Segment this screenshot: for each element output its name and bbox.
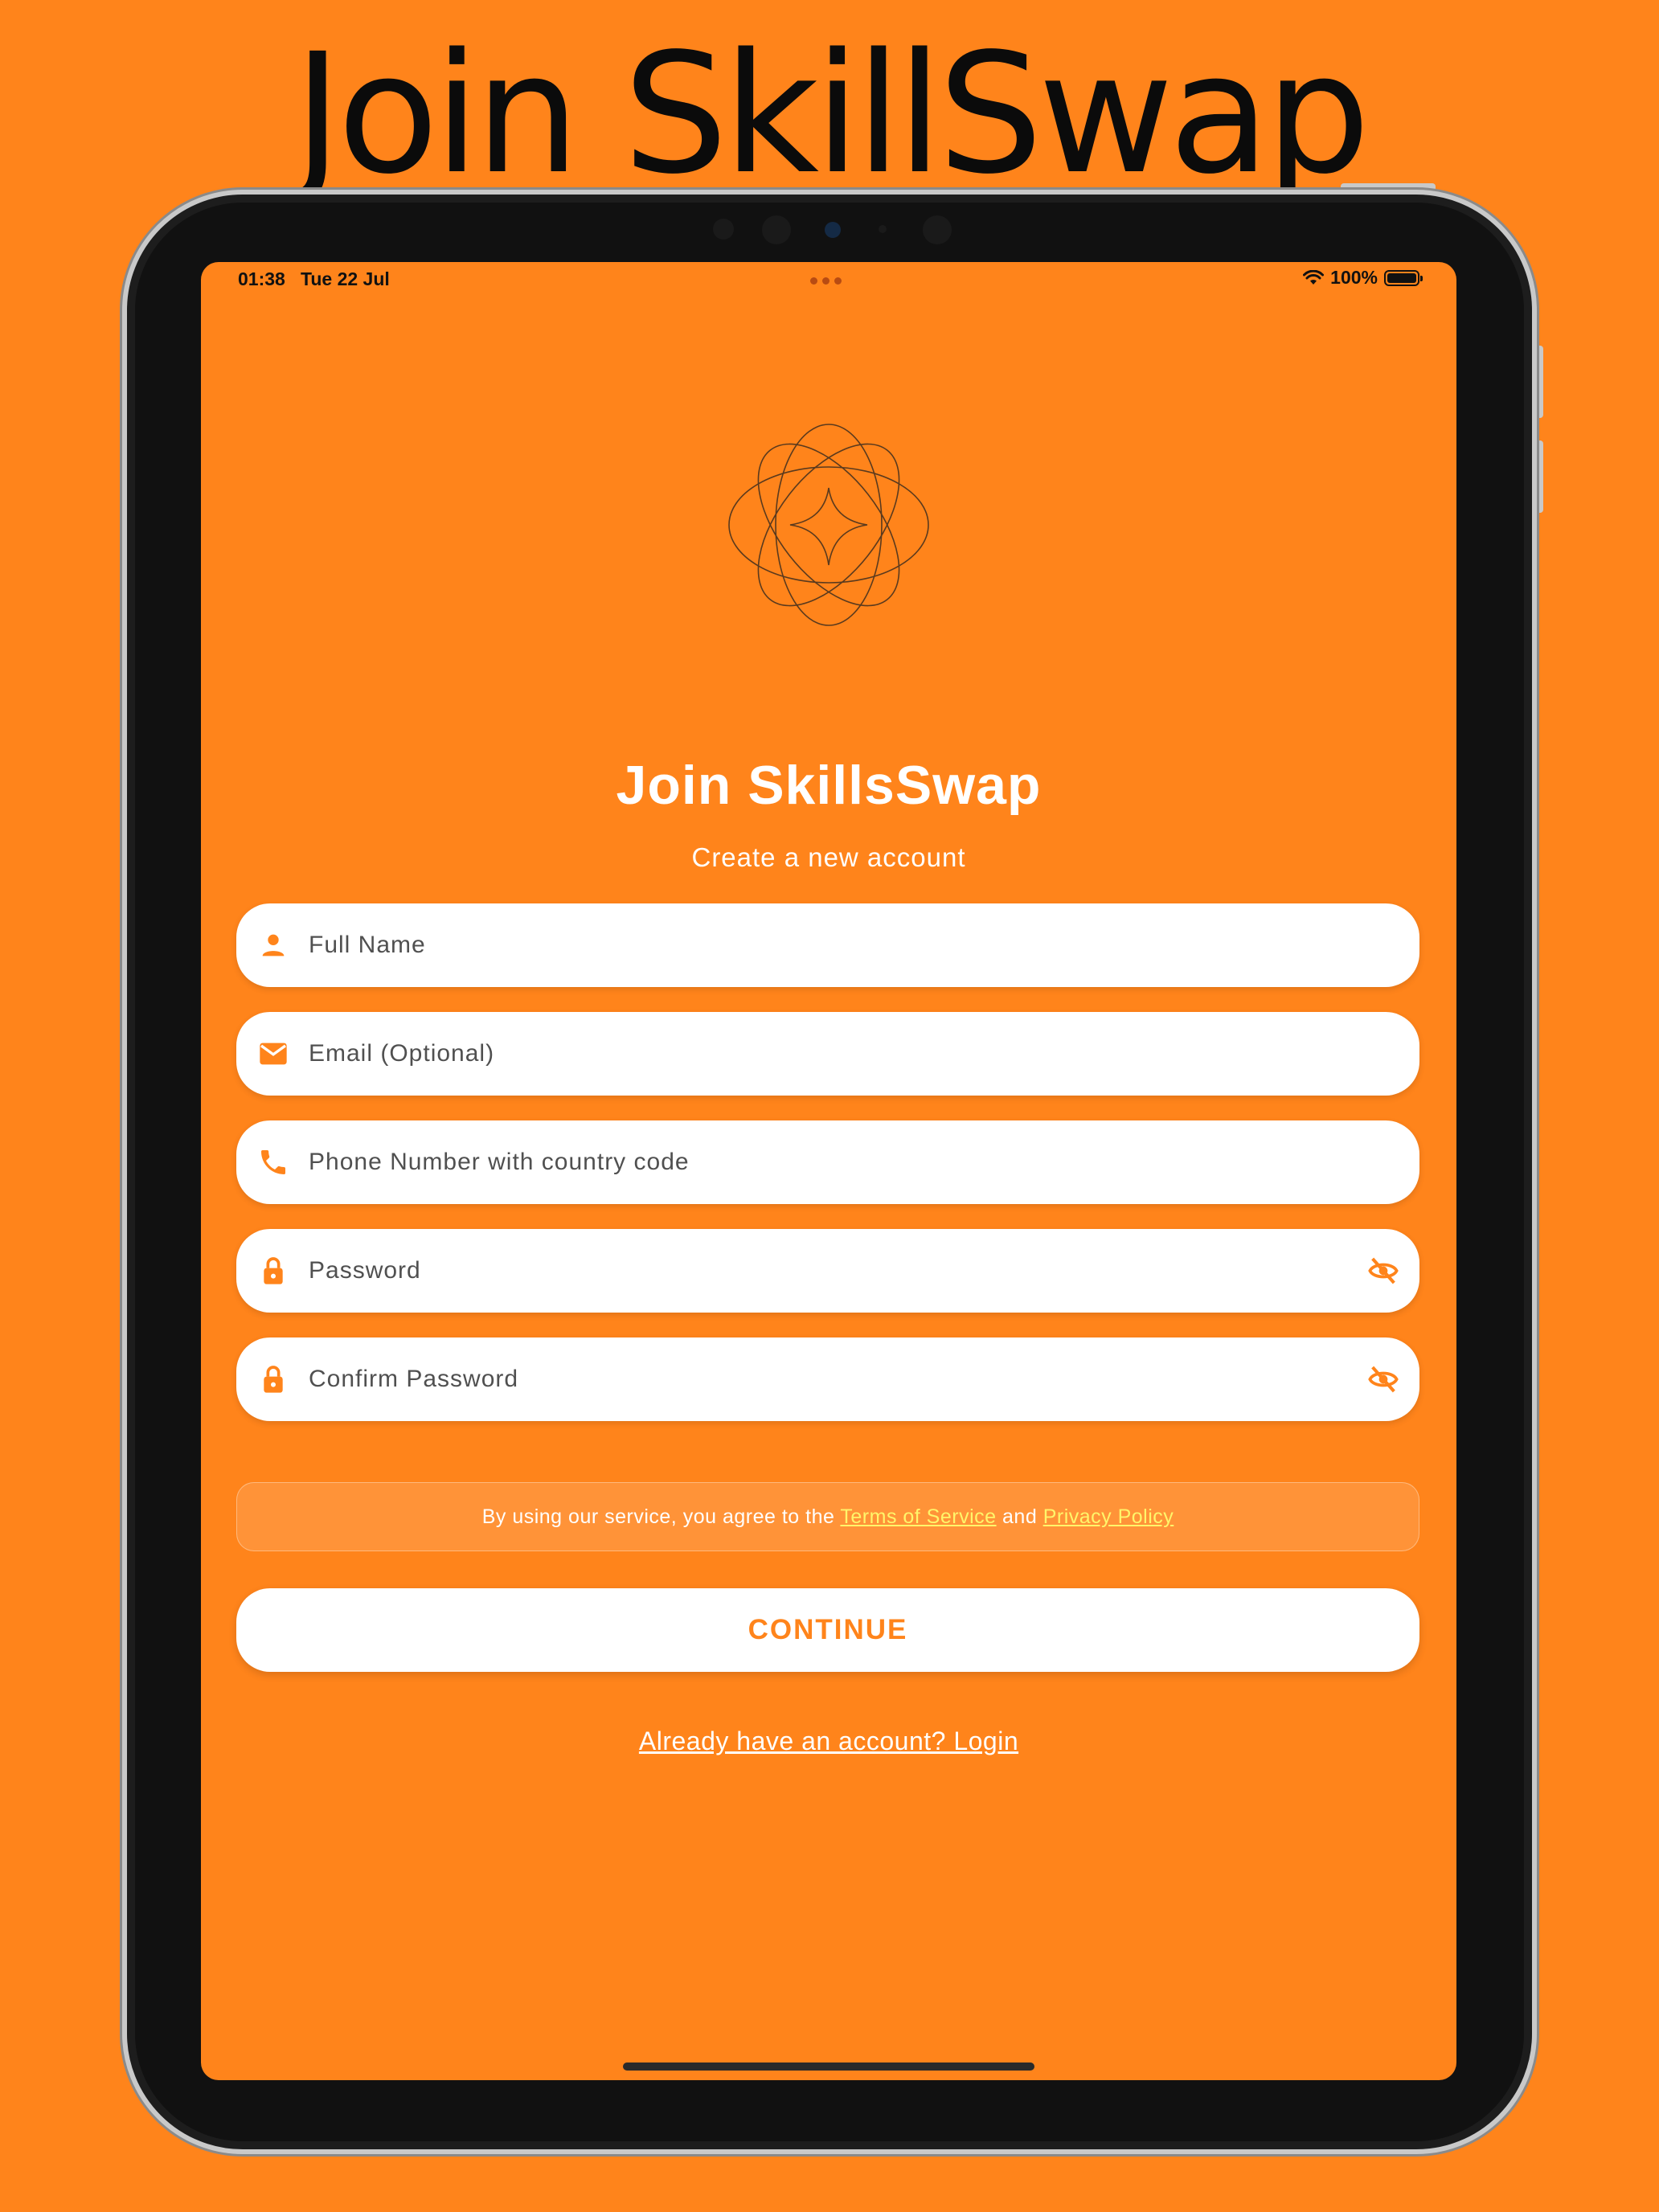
- email-field[interactable]: Email (Optional): [236, 1012, 1419, 1096]
- email-placeholder: Email (Optional): [309, 1040, 495, 1067]
- lock-icon: [264, 1257, 283, 1284]
- app-logo-icon: [728, 424, 929, 626]
- continue-button[interactable]: CONTINUE: [236, 1588, 1419, 1672]
- multitasking-dots-icon[interactable]: [810, 277, 842, 285]
- password-field[interactable]: Password: [236, 1229, 1419, 1313]
- sensor-icon: [713, 219, 734, 240]
- confirm-password-field[interactable]: Confirm Password: [236, 1337, 1419, 1421]
- password-placeholder: Password: [309, 1257, 421, 1284]
- status-time: 01:38 Tue 22 Jul: [238, 268, 390, 289]
- phone-placeholder: Phone Number with country code: [309, 1149, 690, 1175]
- mail-icon: [260, 1043, 287, 1065]
- terms-conjunction: and: [1002, 1505, 1038, 1528]
- eye-off-icon[interactable]: [1366, 1363, 1400, 1395]
- eye-off-icon[interactable]: [1366, 1255, 1400, 1287]
- marketing-headline: Join SkillSwap: [293, 18, 1370, 211]
- battery-percent: 100%: [1330, 267, 1378, 288]
- status-indicators: 100%: [1303, 267, 1423, 289]
- login-link[interactable]: Already have an account? Login: [201, 1727, 1456, 1756]
- person-icon: [262, 934, 285, 956]
- terms-notice: By using our service, you agree to the T…: [236, 1482, 1419, 1551]
- sensor-icon: [879, 225, 887, 233]
- confirm-password-placeholder: Confirm Password: [309, 1366, 519, 1392]
- privacy-policy-link[interactable]: Privacy Policy: [1043, 1505, 1174, 1528]
- app-screen: 01:38 Tue 22 Jul 100% Join SkillsSwap Cr…: [201, 262, 1456, 2080]
- lock-icon: [264, 1366, 283, 1393]
- terms-prefix: By using our service, you agree to the: [481, 1505, 835, 1528]
- home-indicator[interactable]: [623, 2062, 1034, 2071]
- phone-field[interactable]: Phone Number with country code: [236, 1120, 1419, 1204]
- sensor-icon: [762, 215, 791, 244]
- page-subtitle: Create a new account: [691, 842, 966, 872]
- phone-icon: [261, 1150, 285, 1174]
- front-camera-icon: [825, 222, 841, 238]
- wifi-icon: [1303, 269, 1325, 285]
- full-name-field[interactable]: Full Name: [236, 903, 1419, 987]
- page-title: Join SkillsSwap: [616, 755, 1042, 816]
- sensor-icon: [923, 215, 952, 244]
- terms-of-service-link[interactable]: Terms of Service: [840, 1505, 996, 1528]
- full-name-placeholder: Full Name: [309, 932, 426, 958]
- battery-icon: [1384, 269, 1423, 286]
